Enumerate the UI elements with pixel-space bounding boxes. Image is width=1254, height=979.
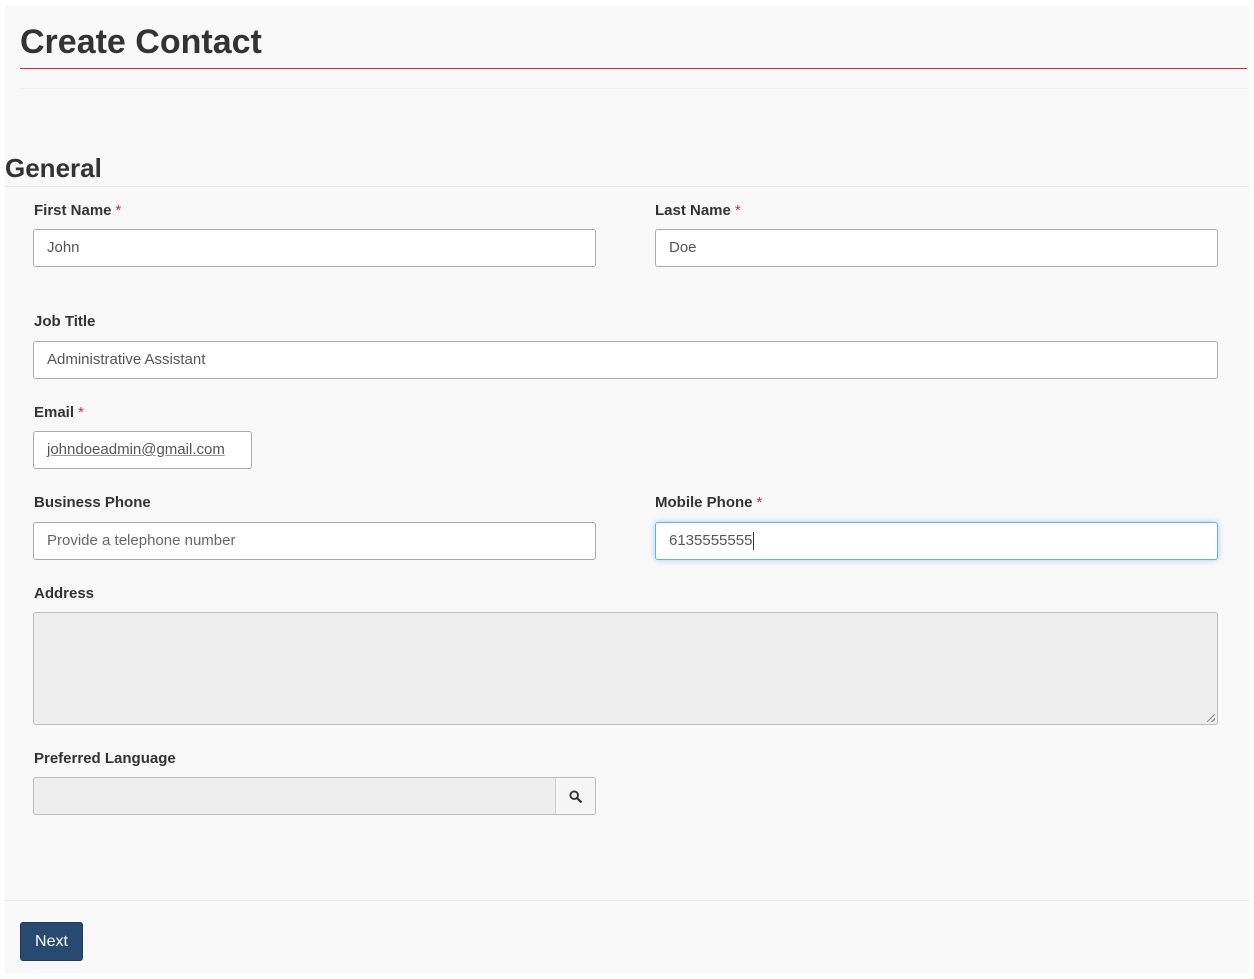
mobile-phone-value: 6135555555 <box>669 532 753 549</box>
mobile-phone-label: Mobile Phone * <box>655 494 762 512</box>
job-title-value: Administrative Assistant <box>47 351 206 368</box>
mobile-phone-input[interactable]: 6135555555 <box>655 522 1218 560</box>
last-name-label-text: Last Name <box>655 202 731 219</box>
search-icon <box>569 789 582 803</box>
last-name-input[interactable]: Doe <box>655 229 1218 267</box>
last-name-label: Last Name * <box>655 202 741 220</box>
first-name-label-text: First Name <box>34 202 112 219</box>
required-marker: * <box>78 404 84 421</box>
page-title: Create Contact <box>20 23 262 61</box>
required-marker: * <box>115 202 122 219</box>
required-marker: * <box>756 494 763 511</box>
text-caret <box>753 532 755 551</box>
preferred-language-label-text: Preferred Language <box>34 750 176 767</box>
business-phone-placeholder: Provide a telephone number <box>47 532 236 549</box>
email-value: johndoeadmin@gmail.com <box>47 441 225 458</box>
mobile-phone-label-text: Mobile Phone <box>655 494 753 511</box>
preferred-language-lookup-button[interactable] <box>555 777 596 815</box>
next-button[interactable]: Next <box>20 922 83 961</box>
last-name-value: Doe <box>669 239 697 256</box>
section-title-general: General <box>5 153 102 183</box>
job-title-label-text: Job Title <box>34 313 96 330</box>
email-label: Email * <box>34 404 84 422</box>
first-name-value: John <box>47 239 80 256</box>
business-phone-input[interactable]: Provide a telephone number <box>33 522 596 560</box>
first-name-label: First Name * <box>34 202 121 220</box>
email-input[interactable]: johndoeadmin@gmail.com <box>33 431 252 469</box>
create-contact-page: Create Contact General First Name * John … <box>5 6 1249 974</box>
job-title-label: Job Title <box>34 313 95 331</box>
section-divider <box>5 186 1249 187</box>
first-name-input[interactable]: John <box>33 229 596 267</box>
title-divider-light <box>20 88 1247 89</box>
email-label-text: Email <box>34 404 75 421</box>
job-title-input[interactable]: Administrative Assistant <box>33 341 1218 379</box>
title-divider <box>20 68 1247 69</box>
required-marker: * <box>734 202 741 219</box>
business-phone-label: Business Phone <box>34 494 151 512</box>
preferred-language-input[interactable] <box>33 777 556 815</box>
resize-grip-icon[interactable] <box>1207 714 1215 722</box>
business-phone-label-text: Business Phone <box>34 494 151 511</box>
footer-divider <box>5 900 1249 901</box>
address-label-text: Address <box>34 585 95 602</box>
preferred-language-label: Preferred Language <box>34 750 176 768</box>
address-label: Address <box>34 585 94 603</box>
address-textarea[interactable] <box>33 612 1218 725</box>
